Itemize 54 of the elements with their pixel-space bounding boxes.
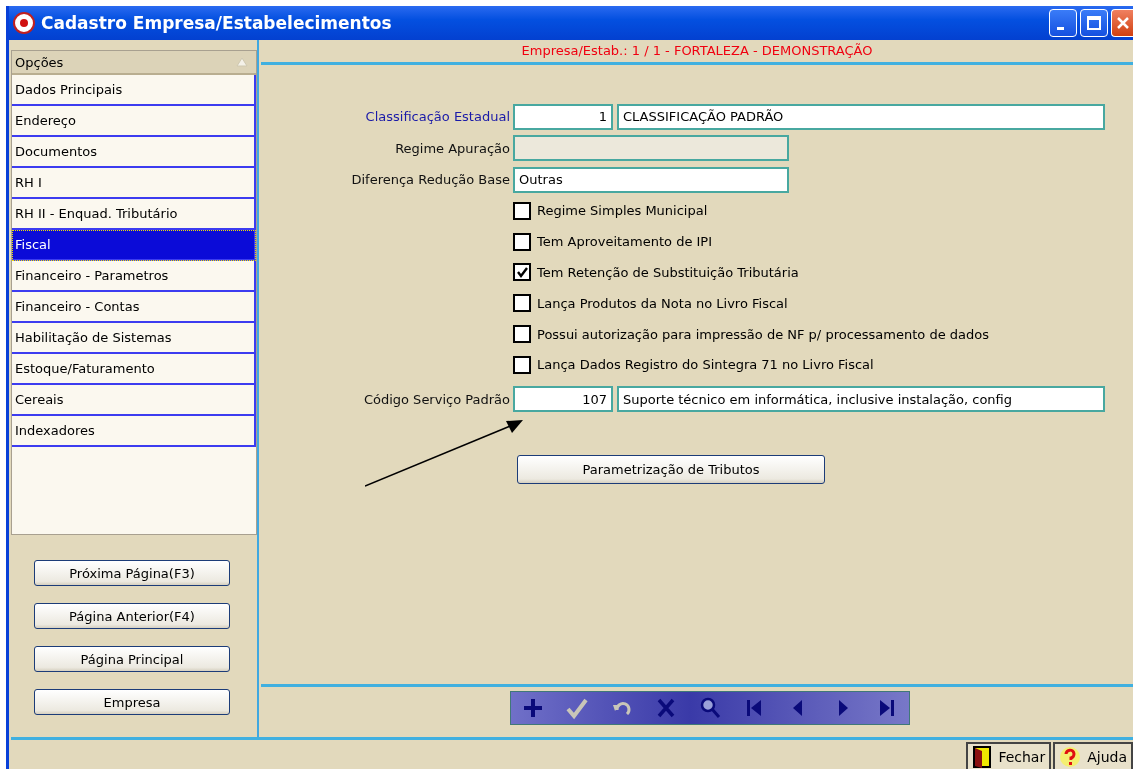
page-button[interactable]: Próxima Página(F3) (34, 560, 230, 586)
checkbox[interactable] (513, 232, 531, 251)
taxes-button[interactable]: Parametrização de Tributos (517, 454, 825, 484)
description-field[interactable]: CLASSIFICAÇÃO PADRÃO (617, 103, 1105, 130)
window-title: Cadastro Empresa/Estabelecimentos (41, 13, 393, 33)
field-label: Código Serviço Padrão (362, 391, 511, 407)
sort-icon (236, 57, 248, 67)
field-label: Diferença Redução Base (350, 172, 511, 188)
page-button[interactable]: Empresa (34, 689, 230, 715)
checkbox[interactable] (513, 201, 531, 220)
help-button[interactable]: Ajuda (1053, 742, 1133, 769)
close-app-button[interactable]: Fechar (966, 742, 1052, 769)
field-label: Classificação Estadual (364, 109, 511, 125)
sidebar-item[interactable]: Indexadores (12, 416, 256, 447)
checkbox-label: Possui autorização para impressão de NF p/ processamento de dados (537, 326, 989, 342)
page-button[interactable]: Página Anterior(F4) (34, 603, 230, 629)
checkbox[interactable] (513, 325, 531, 344)
sidebar-item[interactable]: Financeiro - Parametros (12, 261, 256, 292)
list-header[interactable]: Opções (12, 51, 256, 75)
search-icon[interactable] (698, 696, 722, 720)
sidebar-item[interactable]: Habilitação de Sistemas (12, 323, 256, 354)
maximize-icon (1086, 15, 1102, 31)
code-field[interactable]: 107 (513, 386, 613, 413)
checkbox[interactable] (513, 294, 531, 313)
close-icon (1114, 15, 1131, 31)
sidebar-item[interactable]: Financeiro - Contas (12, 292, 256, 323)
sidebar-item[interactable]: Documentos (12, 137, 256, 168)
description-field[interactable]: Suporte técnico em informática, inclusive instalação, config (617, 386, 1105, 413)
sidebar-item[interactable]: Cereais (12, 385, 256, 416)
door-icon (972, 744, 993, 769)
input-field[interactable]: Outras (513, 166, 789, 193)
code-field[interactable]: 1 (513, 103, 613, 130)
checkbox-label: Tem Retenção de Substituição Tributária (537, 265, 799, 280)
minimize-icon (1056, 26, 1064, 30)
checkbox-label: Lança Dados Registro do Sintegra 71 no Livro Fiscal (537, 357, 874, 373)
minimize-button[interactable] (1049, 9, 1077, 37)
app-icon (13, 12, 35, 34)
sidebar-item[interactable]: Endereço (12, 106, 256, 137)
page-button[interactable]: Página Principal (34, 646, 230, 672)
sidebar-item[interactable]: Dados Principais (12, 75, 256, 106)
company-header: Empresa/Estab.: 1 / 1 - FORTALEZA - DEMONSTRAÇÃO (261, 40, 1133, 65)
maximize-button[interactable] (1080, 9, 1108, 37)
checkbox[interactable] (513, 263, 531, 282)
sidebar-item[interactable]: RH I (12, 168, 256, 199)
sidebar-item[interactable]: Estoque/Faturamento (12, 354, 256, 385)
help-icon (1059, 745, 1082, 768)
checkbox-label: Regime Simples Municipal (537, 203, 708, 219)
list-header-label: Opções (15, 54, 64, 70)
checkbox-label: Lança Produtos da Nota no Livro Fiscal (537, 295, 788, 311)
close-button[interactable] (1111, 9, 1133, 37)
checkbox[interactable] (513, 355, 531, 374)
sidebar-item[interactable]: Fiscal (12, 230, 256, 261)
checkbox-label: Tem Aproveitamento de IPI (537, 234, 713, 250)
field-label: Regime Apuração (394, 140, 511, 156)
